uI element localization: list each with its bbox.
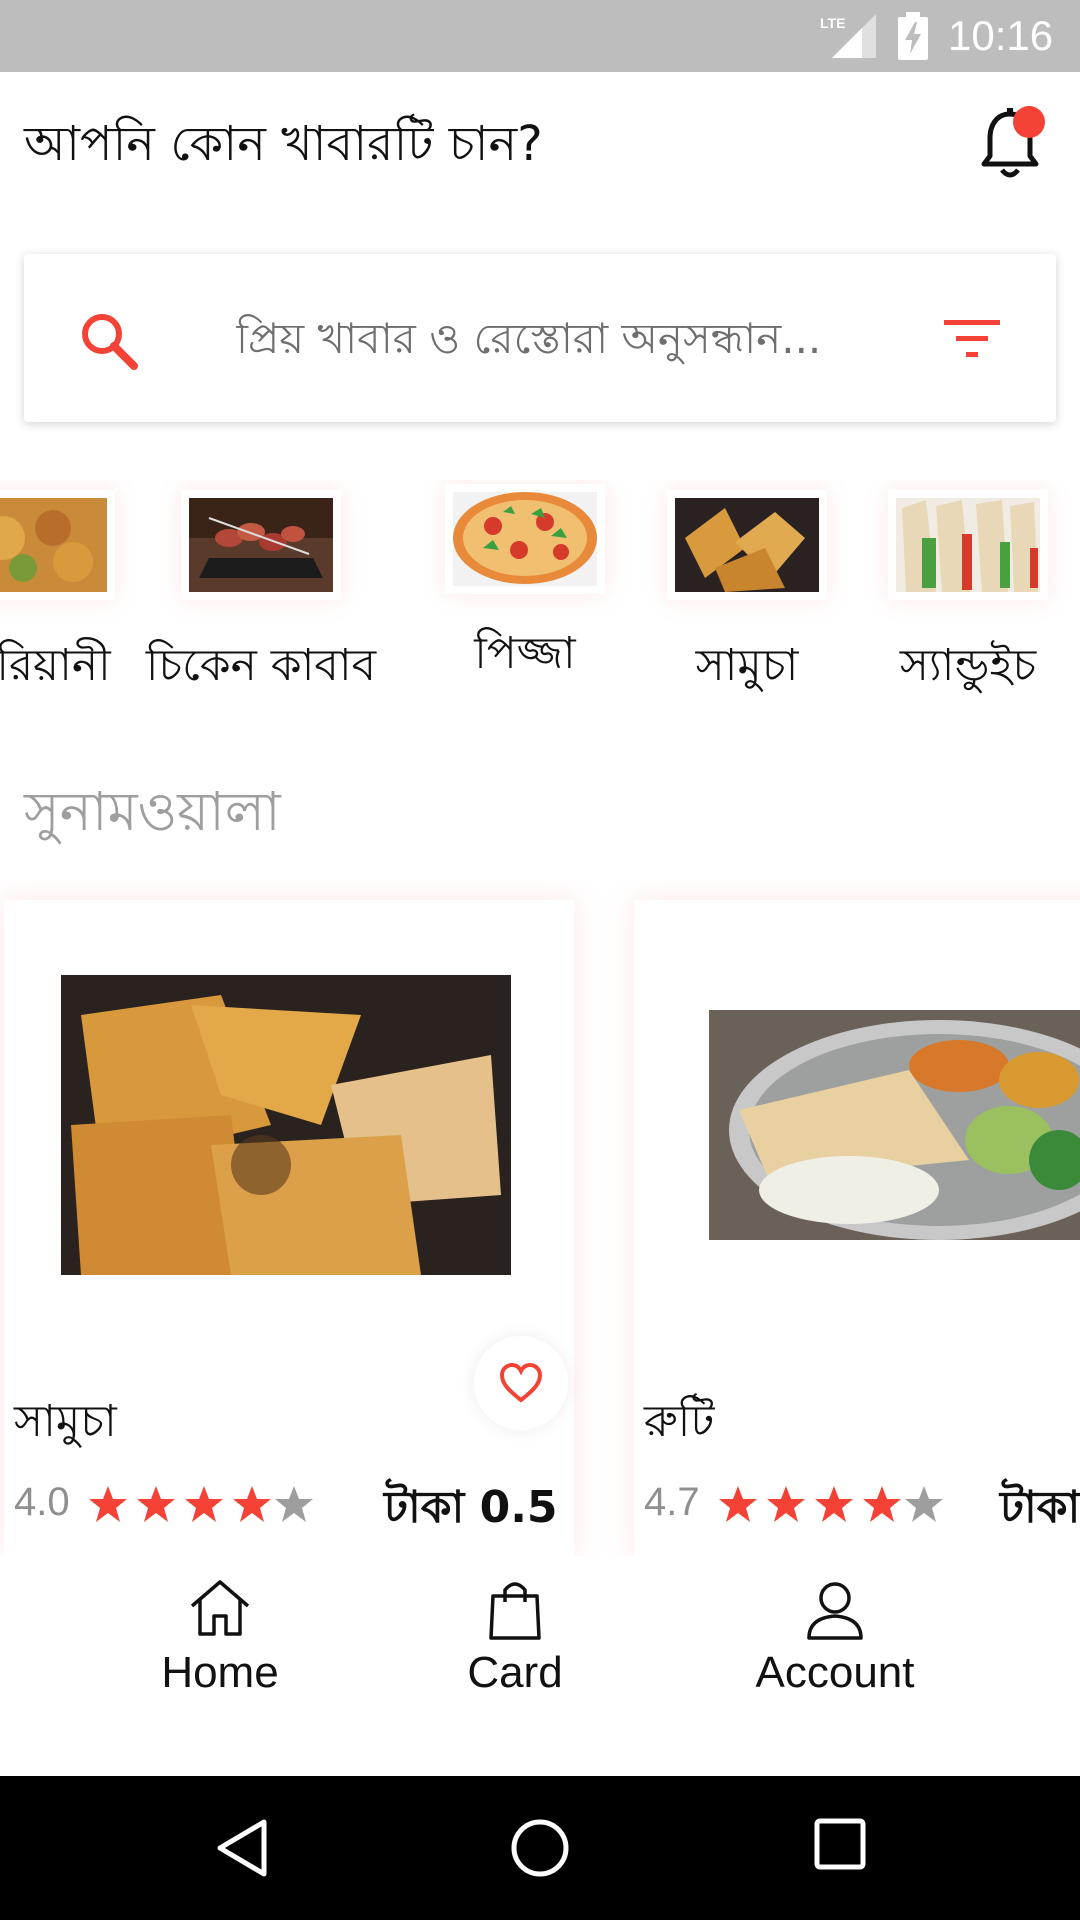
category-item[interactable]: স্যান্ডুইচ	[853, 480, 1080, 710]
lte-signal-icon: LTE	[820, 14, 876, 58]
product-name: সামুচা	[14, 1396, 117, 1447]
nav-card[interactable]: Card	[415, 1556, 615, 1776]
product-image	[61, 975, 511, 1275]
product-list: সামুচা 4.0 টাকা 0.5 রুটি 4.7 টাকা	[0, 880, 1080, 1556]
category-label: স্যান্ডুইচ	[899, 640, 1037, 691]
battery-charging-icon	[898, 12, 928, 60]
filter-icon[interactable]	[942, 316, 1002, 362]
category-image	[667, 490, 827, 600]
category-item[interactable]: চিকেন কাবাব	[146, 480, 376, 710]
search-bar	[24, 254, 1056, 422]
nav-label: Home	[161, 1648, 279, 1697]
nav-label: Account	[755, 1648, 915, 1697]
product-rating: 4.0	[14, 1480, 70, 1524]
section-title: সুনামওয়ালা	[24, 780, 281, 843]
recents-icon[interactable]	[814, 1818, 866, 1870]
product-price: টাকা	[1000, 1482, 1080, 1533]
category-image	[0, 490, 115, 600]
search-icon[interactable]	[76, 308, 140, 372]
rating-stars	[719, 1486, 943, 1522]
page-title: আপনি কোন খাবারটি চান?	[24, 116, 543, 172]
product-image	[709, 1010, 1080, 1240]
category-image	[445, 484, 605, 594]
product-card[interactable]: রুটি 4.7 টাকা	[634, 900, 1080, 1556]
home-icon	[190, 1580, 250, 1636]
status-time: 10:16	[948, 12, 1054, 59]
svg-text:LTE: LTE	[820, 15, 845, 31]
product-name: রুটি	[644, 1396, 715, 1447]
search-input[interactable]	[234, 306, 924, 370]
user-icon	[807, 1582, 863, 1640]
product-rating: 4.7	[644, 1480, 700, 1524]
nav-label: Card	[467, 1648, 563, 1697]
notification-badge	[1013, 106, 1045, 138]
product-card[interactable]: সামুচা 4.0 টাকা 0.5	[4, 900, 574, 1556]
nav-account[interactable]: Account	[725, 1556, 945, 1776]
heart-icon	[499, 1363, 543, 1403]
bag-icon	[489, 1582, 541, 1640]
nav-home[interactable]: Home	[120, 1556, 320, 1776]
bottom-navigation: Home Card Account	[0, 1556, 1080, 1776]
rating-stars	[89, 1486, 313, 1522]
system-navigation-bar	[0, 1776, 1080, 1920]
category-list: বিরিয়ানী চিকেন কাবাব	[0, 480, 1080, 710]
favorite-button[interactable]	[474, 1336, 568, 1430]
category-image	[181, 490, 341, 600]
status-bar: LTE 10:16	[0, 0, 1080, 72]
category-image	[888, 490, 1048, 600]
product-price: টাকা 0.5	[384, 1482, 558, 1533]
home-circle-icon[interactable]	[510, 1818, 570, 1878]
back-icon[interactable]	[214, 1818, 270, 1878]
